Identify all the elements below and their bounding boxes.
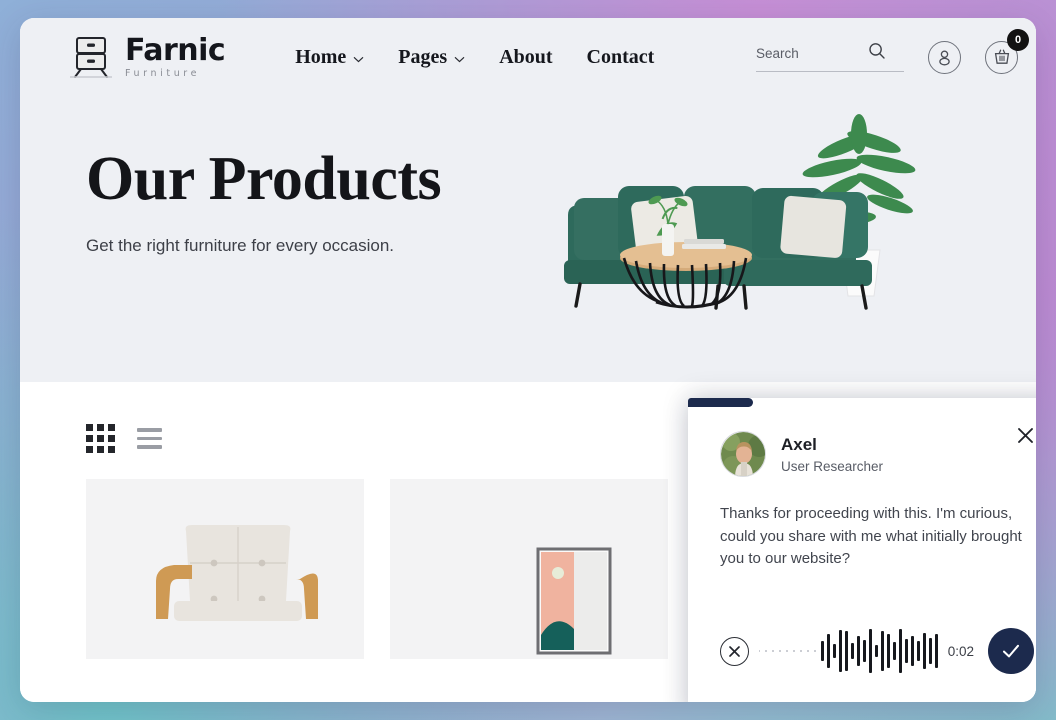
cart-count-badge: 0 [1007,28,1029,51]
header-tools: 0 [756,28,1029,74]
waveform-dot [785,650,788,652]
waveform-bar [934,634,938,668]
framed-art-print-image [390,479,668,659]
hero-sofa-illustration [556,110,1026,340]
waveform-bar [868,629,872,673]
recording-timer: 0:02 [947,643,974,659]
list-row [137,445,162,449]
waveform-bar [832,644,836,658]
grid-cell [97,435,104,442]
nav-item-pages[interactable]: Pages [398,46,465,69]
waveform-bar [928,638,932,664]
chevron-down-icon [353,46,364,69]
cart-button[interactable]: 0 [985,28,1029,74]
hero-subtitle: Get the right furniture for every occasi… [86,236,395,255]
browser-page-frame: Farnic Furniture Home Pages About Contac… [20,18,1036,702]
hero-section: Farnic Furniture Home Pages About Contac… [20,18,1036,382]
survey-progress-bar [688,398,1036,407]
waveform-bar [892,642,896,660]
waveform-dot [759,650,760,652]
armchair-image [86,479,364,659]
researcher-role: User Researcher [781,459,884,475]
survey-popup: Axel User Researcher Thanks for proceedi… [688,398,1036,702]
nav-item-label: About [499,45,553,68]
grid-cell [86,435,93,442]
waveform-bar [850,643,854,659]
waveform-bar [916,641,920,661]
waveform-bar [922,633,926,669]
logo-name: Farnic [125,32,226,68]
grid-cell [86,446,93,453]
submit-recording-button[interactable] [988,628,1034,674]
waveform-dot [806,650,809,652]
search-input[interactable] [756,46,868,61]
nav-item-label: Pages [398,45,448,68]
nav-item-label: Contact [586,45,655,68]
chevron-down-icon [454,46,465,69]
waveform-dot [799,650,802,652]
waveform-bar [856,636,860,666]
cancel-recording-icon[interactable] [720,636,749,666]
waveform-bar [862,640,866,662]
grid-view-icon[interactable] [86,424,115,453]
grid-cell [97,424,104,431]
grid-cell [108,446,115,453]
waveform-bar [826,634,830,668]
waveform-bar [898,629,902,673]
site-logo[interactable]: Farnic Furniture [68,32,226,79]
page-title: Our Products [86,145,442,213]
logo-subtitle: Furniture [125,67,201,79]
main-navigation: Home Pages About Contact [295,46,654,69]
waveform-dot [771,650,774,652]
waveform-dot [778,650,781,652]
list-view-icon[interactable] [137,428,162,449]
researcher-profile: Axel User Researcher [688,407,1036,477]
survey-progress-fill [688,398,753,407]
audio-waveform [759,628,938,674]
list-row [137,436,162,441]
waveform-dot [764,650,767,652]
grid-cell [108,435,115,442]
product-card[interactable] [86,479,364,659]
waveform-bar [910,636,914,666]
nav-item-label: Home [295,45,347,68]
survey-question: Thanks for proceeding with this. I'm cur… [720,505,1022,567]
waveform-bar [880,631,884,671]
waveform-bar [904,639,908,663]
voice-recorder-bar: 0:02 [688,628,1036,674]
waveform-bar [820,641,824,661]
grid-cell [108,424,115,431]
user-account-icon[interactable] [928,40,961,74]
researcher-name: Axel [781,434,817,454]
close-icon[interactable] [1014,424,1036,446]
hero-copy: Our Products Get the right furniture for… [86,145,442,256]
waveform-dot [813,650,816,652]
waveform-bar [838,630,842,672]
nav-item-home[interactable]: Home [295,46,364,69]
list-row [137,428,162,432]
waveform-dot [792,650,795,652]
grid-cell [97,446,104,453]
product-card[interactable] [390,479,668,659]
site-header: Farnic Furniture Home Pages About Contac… [20,18,1036,96]
grid-cell [86,424,93,431]
search-icon[interactable] [868,42,886,65]
nav-item-contact[interactable]: Contact [587,46,655,69]
search-box[interactable] [756,42,904,72]
nav-item-about[interactable]: About [499,46,552,69]
dresser-icon [68,35,114,79]
waveform-bar [874,645,878,657]
waveform-bar [844,631,848,671]
checkmark-icon [1003,644,1019,658]
waveform-bar [886,634,890,668]
avatar [720,431,766,477]
